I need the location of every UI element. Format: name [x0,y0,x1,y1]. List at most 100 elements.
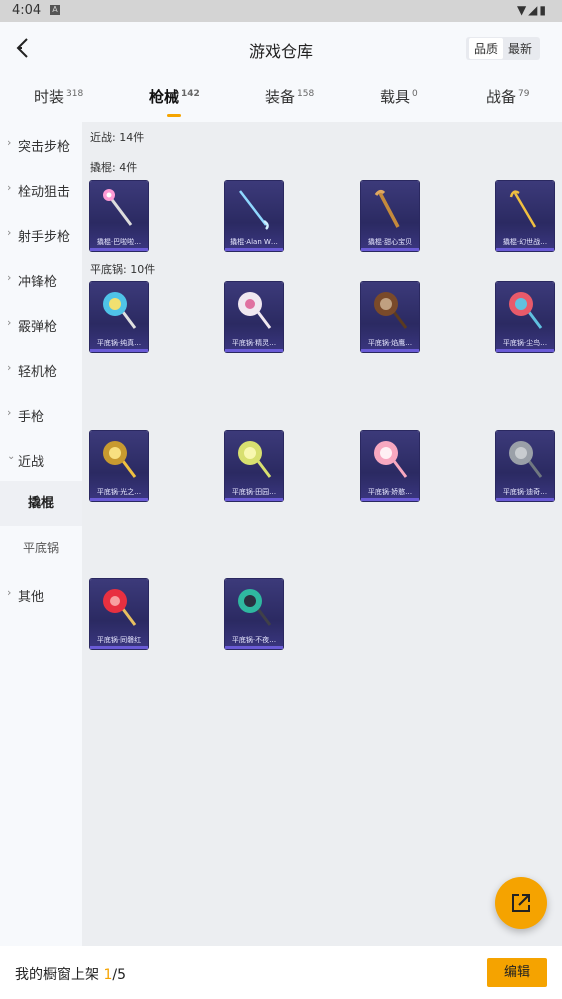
item-card-pan[interactable]: 平底锅·娇憨… [361,431,419,501]
pan-icon [509,292,543,329]
sidebar-item-label: 霰弹枪 [18,320,58,335]
sidebar-item-label: 近战 [18,455,45,470]
item-card-pan[interactable]: 平底锅·田园… [225,431,283,501]
tab-label: 战备 [486,88,517,106]
tab-label: 载具 [380,88,411,106]
crowbar-icon [509,190,537,228]
sidebar-item-other[interactable]: › 其他 [0,586,82,631]
tab-label: 枪械 [149,88,180,106]
chevron-right-icon: › [7,586,12,599]
pan-icon [103,292,137,329]
tab-label: 时装 [34,88,65,106]
rarity-bar [496,248,554,251]
category-tabs: 时装 318 枪械 142 装备 158 载具 0 战备 79 [0,74,562,122]
item-card-pan[interactable]: 平底锅·迪奇… [496,431,554,501]
pan-icon [374,292,408,329]
item-card-crowbar[interactable]: 撬棍·Alan W… [225,181,283,251]
item-card-crowbar[interactable]: 撬棍·巴啦啦… [90,181,148,251]
item-card-pan[interactable]: 平底锅·光之… [90,431,148,501]
rarity-bar [90,248,148,251]
item-card-pan[interactable]: 平底锅·焰鹰… [361,282,419,352]
item-name: 撬棍·甜心宝贝 [367,238,413,246]
item-name: 平底锅·精灵… [231,339,277,347]
item-name: 平底锅·焰鹰… [367,339,413,347]
status-time: 4:04 [12,3,42,18]
sort-latest-button[interactable]: 最新 [503,38,537,59]
chevron-right-icon: › [7,316,12,329]
sidebar-item-label: 手枪 [18,410,45,425]
sidebar-subitem-crowbar[interactable]: 撬棍 [0,481,82,526]
rarity-bar [225,349,283,352]
edit-button[interactable]: 编辑 [487,958,547,987]
sidebar-item-shotgun[interactable]: › 霰弹枪 [0,316,82,361]
rarity-bar [361,349,419,352]
sidebar-item-lmg[interactable]: › 轻机枪 [0,361,82,406]
pan-icon [238,589,272,626]
item-name: 平底锅·不夜… [231,636,277,644]
header: 游戏仓库 品质 最新 [0,22,562,74]
crowbar-count-label: 撬棍: 4件 [90,161,138,174]
rarity-bar [496,498,554,501]
rarity-bar [225,646,283,649]
tab-label: 装备 [265,88,296,106]
pan-icon [238,441,272,478]
item-name: 撬棍·巴啦啦… [96,238,142,246]
rarity-bar [90,646,148,649]
status-bar: 4:04 A ▼◢▮ [0,0,562,22]
pan-icon [509,441,543,478]
item-card-crowbar[interactable]: 撬棍·幻世战… [496,181,554,251]
sidebar-item-marksman-rifle[interactable]: › 射手步枪 [0,226,82,271]
tab-count: 0 [412,89,418,99]
chevron-right-icon: › [7,226,12,239]
sidebar-item-label: 其他 [18,590,45,605]
share-external-icon [512,894,530,912]
item-card-pan[interactable]: 平底锅·不夜… [225,579,283,649]
sort-toggle: 品质 最新 [465,37,540,60]
rarity-bar [361,498,419,501]
sidebar-subitem-pan[interactable]: 平底锅 [0,526,82,571]
bottom-bar: 我的橱窗上架 1/5 编辑 [0,946,562,999]
item-name: 平底锅·尘鸟… [502,339,548,347]
tab-fashion[interactable]: 时装 318 [34,86,83,107]
item-card-pan[interactable]: 平底锅·同磐红 [90,579,148,649]
item-name: 平底锅·同磐红 [96,636,142,644]
item-card-pan[interactable]: 平底锅·精灵… [225,282,283,352]
tab-count: 142 [181,89,200,99]
tab-vehicles[interactable]: 载具 0 [380,86,418,107]
sidebar-item-bolt-sniper[interactable]: › 栓动狙击 [0,181,82,226]
item-grid-panel: 近战: 14件 撬棍: 4件 撬棍·巴啦啦… 撬棍·Alan W… 撬棍·甜心宝… [82,122,562,946]
sidebar-item-assault-rifle[interactable]: › 突击步枪 [0,136,82,181]
item-name: 平底锅·田园… [231,488,277,496]
item-name: 平底锅·光之… [96,488,142,496]
rarity-bar [90,498,148,501]
pan-icon [238,292,272,329]
sidebar-item-label: 栓动狙击 [18,185,71,200]
sidebar-item-smg[interactable]: › 冲锋枪 [0,271,82,316]
chevron-right-icon: › [7,361,12,374]
tab-active-indicator [167,114,182,117]
melee-count-label: 近战: 14件 [90,131,145,144]
rarity-bar [496,349,554,352]
tab-gear[interactable]: 战备 79 [486,86,529,107]
sidebar: › 突击步枪 › 栓动狙击 › 射手步枪 › 冲锋枪 › 霰弹枪 › 轻机枪 › 手枪 ⌄ 近战… [0,122,82,946]
chevron-down-icon: ⌄ [7,451,16,462]
chevron-right-icon: › [7,181,12,194]
item-card-pan[interactable]: 平底锅·尘鸟… [496,282,554,352]
sidebar-item-label: 轻机枪 [18,365,58,380]
tab-count: 79 [518,89,530,99]
tab-count: 158 [297,89,315,99]
app-notification-icon: A [50,5,60,15]
tab-guns[interactable]: 枪械 142 [149,86,200,117]
sort-quality-button[interactable]: 品质 [468,38,503,59]
sidebar-item-label: 射手步枪 [18,230,71,245]
share-fab-button[interactable] [495,877,547,929]
chevron-right-icon: › [7,271,12,284]
item-name: 平底锅·迪奇… [502,488,548,496]
item-name: 撬棍·幻世战… [502,238,548,246]
item-card-pan[interactable]: 平底锅·纯真… [90,282,148,352]
sidebar-item-pistol[interactable]: › 手枪 [0,406,82,451]
showcase-label: 我的橱窗上架 [15,967,104,983]
tab-equipment[interactable]: 装备 158 [265,86,314,107]
status-icons: ▼◢▮ [516,3,548,17]
item-card-crowbar[interactable]: 撬棍·甜心宝贝 [361,181,419,251]
